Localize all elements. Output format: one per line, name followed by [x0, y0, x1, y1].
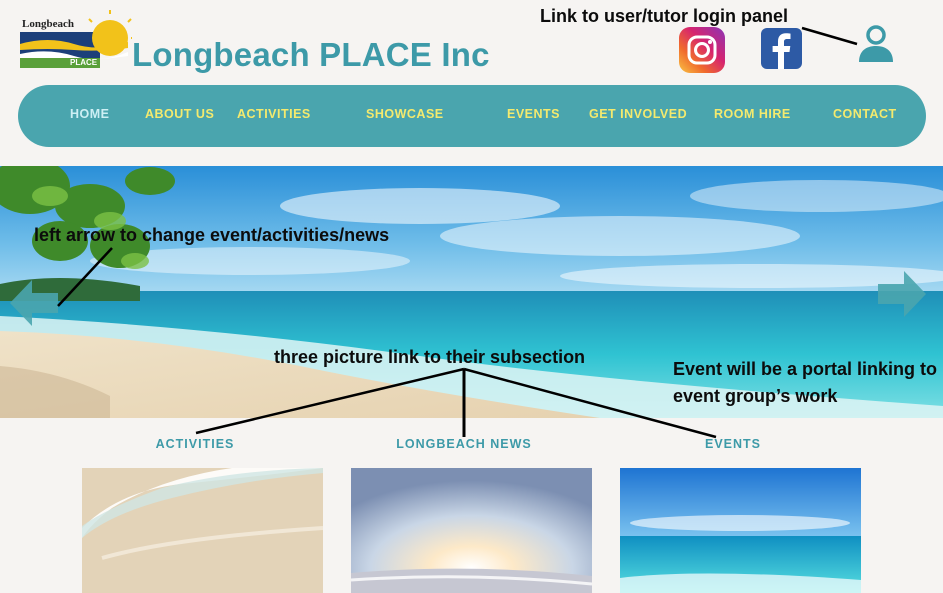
section-label-activities[interactable]: ACTIVITIES [130, 437, 260, 451]
sunset-beach-image [351, 468, 592, 593]
annotation-event-portal-line1: Event will be a portal linking to [673, 359, 938, 379]
annotation-left-arrow: left arrow to change event/activities/ne… [34, 225, 390, 245]
activities-thumbnail[interactable] [82, 468, 323, 593]
news-thumbnail[interactable] [351, 468, 592, 593]
annotation-event-portal-line2: event group’s work [673, 386, 838, 406]
annotation-three-pictures: three picture link to their subsection [274, 347, 586, 367]
annotation-login: Link to user/tutor login panel [540, 6, 789, 26]
section-label-events[interactable]: EVENTS [668, 437, 798, 451]
sand-wave-image [82, 468, 323, 593]
events-thumbnail[interactable] [620, 468, 861, 593]
section-label-news[interactable]: LONGBEACH NEWS [384, 437, 544, 451]
tropical-sea-image [620, 468, 861, 593]
